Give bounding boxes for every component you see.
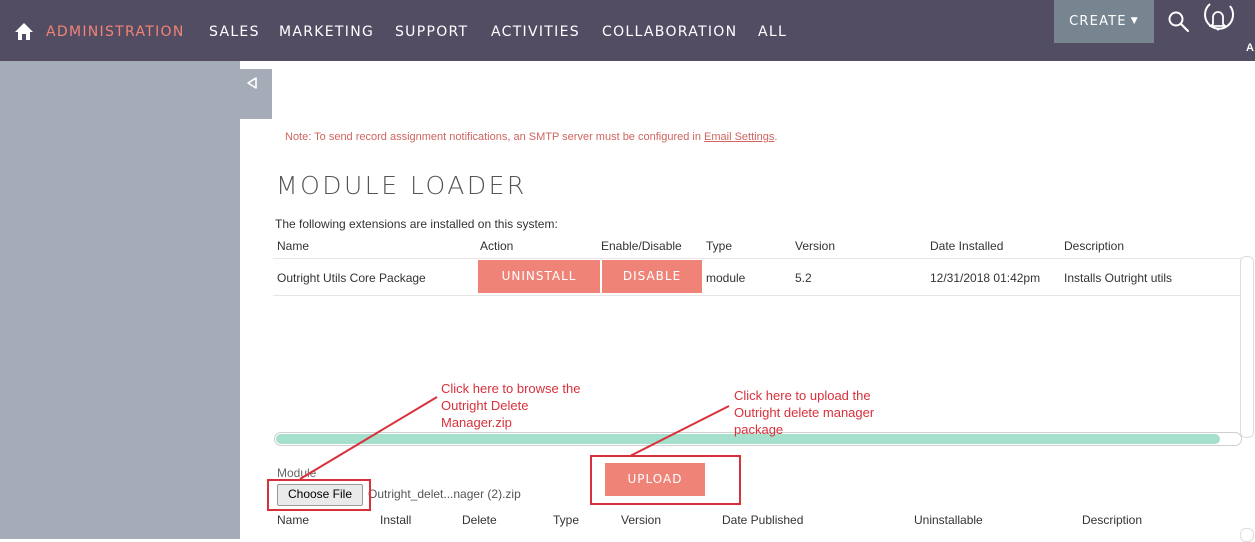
annotation-arrows xyxy=(299,396,730,480)
upload-callout-line: Outright delete manager xyxy=(734,405,875,420)
browse-arrow xyxy=(299,396,438,480)
browse-callout-line: Click here to browse the xyxy=(441,381,581,396)
upload-callout: Click here to upload the Outright delete… xyxy=(734,387,874,438)
browse-callout-line: Manager.zip xyxy=(441,415,512,430)
browse-callout: Click here to browse the Outright Delete… xyxy=(441,380,580,431)
upload-callout-line: Click here to upload the xyxy=(734,388,871,403)
browse-callout-line: Outright Delete xyxy=(441,398,529,413)
upload-callout-line: package xyxy=(734,422,784,437)
upload-arrow xyxy=(629,405,730,457)
